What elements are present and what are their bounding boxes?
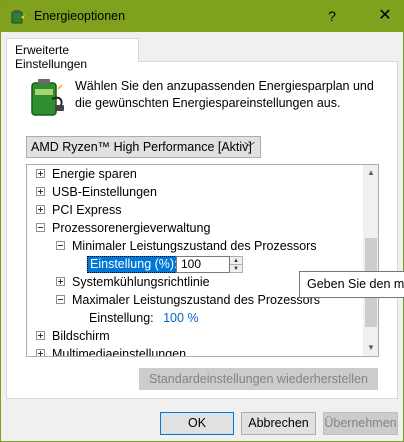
apply-button[interactable]: Übernehmen [323, 412, 398, 435]
power-plan-select-value: AMD Ryzen™ High Performance [Aktiv] [31, 140, 252, 154]
tree-item-label: Prozessorenergieverwaltung [52, 221, 211, 235]
power-plan-select[interactable]: AMD Ryzen™ High Performance [Aktiv] ﹀ [26, 136, 261, 158]
tree-item-label: Energie sparen [52, 167, 137, 181]
tree-item-min-processor-state[interactable]: Minimaler Leistungszustand des Prozessor… [56, 237, 317, 255]
collapse-icon[interactable] [56, 241, 65, 250]
setting-value-link[interactable]: 100 % [163, 309, 198, 327]
tree-item-pci-express[interactable]: PCI Express [36, 201, 121, 219]
spin-up-icon[interactable]: ▲ [230, 257, 242, 265]
tree-scrollbar[interactable]: ▲ ▼ [363, 165, 378, 356]
chevron-down-icon: ﹀ [244, 142, 255, 154]
expand-icon[interactable] [36, 349, 45, 356]
spin-down-icon[interactable]: ▼ [230, 265, 242, 273]
battery-plug-icon [31, 79, 64, 116]
window-title: Energieoptionen [34, 9, 126, 23]
scroll-down-icon[interactable]: ▼ [363, 340, 378, 356]
power-options-icon [11, 10, 25, 24]
spinner-buttons[interactable]: ▲ ▼ [230, 256, 243, 273]
tree-item-label: Multimediaeinstellungen [52, 347, 187, 357]
tree-item-display[interactable]: Bildschirm [36, 327, 110, 345]
tab-advanced-settings[interactable]: Erweiterte Einstellungen [6, 38, 139, 71]
expand-icon[interactable] [36, 205, 45, 214]
expand-icon[interactable] [36, 331, 45, 340]
expand-icon[interactable] [36, 169, 45, 178]
settings-tree[interactable]: Energie sparen USB-Einstellungen PCI Exp… [26, 164, 379, 357]
collapse-icon[interactable] [36, 223, 45, 232]
plan-description: Wählen Sie den anzupassenden Energiespar… [75, 79, 374, 110]
tree-item-multimedia-settings[interactable]: Multimediaeinstellungen [36, 345, 187, 357]
title-bar[interactable]: Energieoptionen ? ✕ [1, 1, 403, 32]
expand-icon[interactable] [36, 187, 45, 196]
setting-label-selected: Einstellung (%): [87, 256, 181, 273]
tree-item-label: PCI Express [52, 203, 122, 217]
setting-label: Einstellung: [89, 311, 154, 325]
expand-icon[interactable] [56, 277, 65, 286]
tree-item-usb-settings[interactable]: USB-Einstellungen [36, 183, 157, 201]
tree-item-min-setting[interactable]: Einstellung (%): 100 ▲ ▼ [87, 255, 327, 273]
cancel-button[interactable]: Abbrechen [241, 412, 316, 435]
tree-item-max-processor-state[interactable]: Maximaler Leistungszustand des Prozessor… [56, 291, 320, 309]
tree-item-label: USB-Einstellungen [52, 185, 157, 199]
tree-item-label: Bildschirm [52, 329, 110, 343]
tree-item-processor-power-management[interactable]: Prozessorenergieverwaltung [36, 219, 210, 237]
tree-item-label: Systemkühlungsrichtlinie [72, 275, 210, 289]
tree-item-label: Minimaler Leistungszustand des Prozessor… [72, 239, 317, 253]
tree-item-label: Maximaler Leistungszustand des Prozessor… [72, 293, 321, 307]
percent-input[interactable]: 100 [176, 256, 230, 273]
tree-item-energy-saving[interactable]: Energie sparen [36, 165, 137, 183]
ok-button[interactable]: OK [160, 412, 234, 435]
collapse-icon[interactable] [56, 295, 65, 304]
restore-defaults-button[interactable]: Standardeinstellungen wiederherstellen [139, 368, 378, 390]
power-options-dialog: Energieoptionen ? ✕ Erweiterte Einstellu… [0, 0, 404, 442]
help-button[interactable]: ? [322, 6, 342, 26]
scroll-up-icon[interactable]: ▲ [363, 165, 378, 181]
close-button[interactable]: ✕ [370, 3, 400, 29]
tooltip: Geben Sie den min [299, 271, 404, 298]
tree-item-system-cooling-policy[interactable]: Systemkühlungsrichtlinie [56, 273, 210, 291]
tree-item-max-setting[interactable]: Einstellung: 100 % [89, 309, 199, 327]
